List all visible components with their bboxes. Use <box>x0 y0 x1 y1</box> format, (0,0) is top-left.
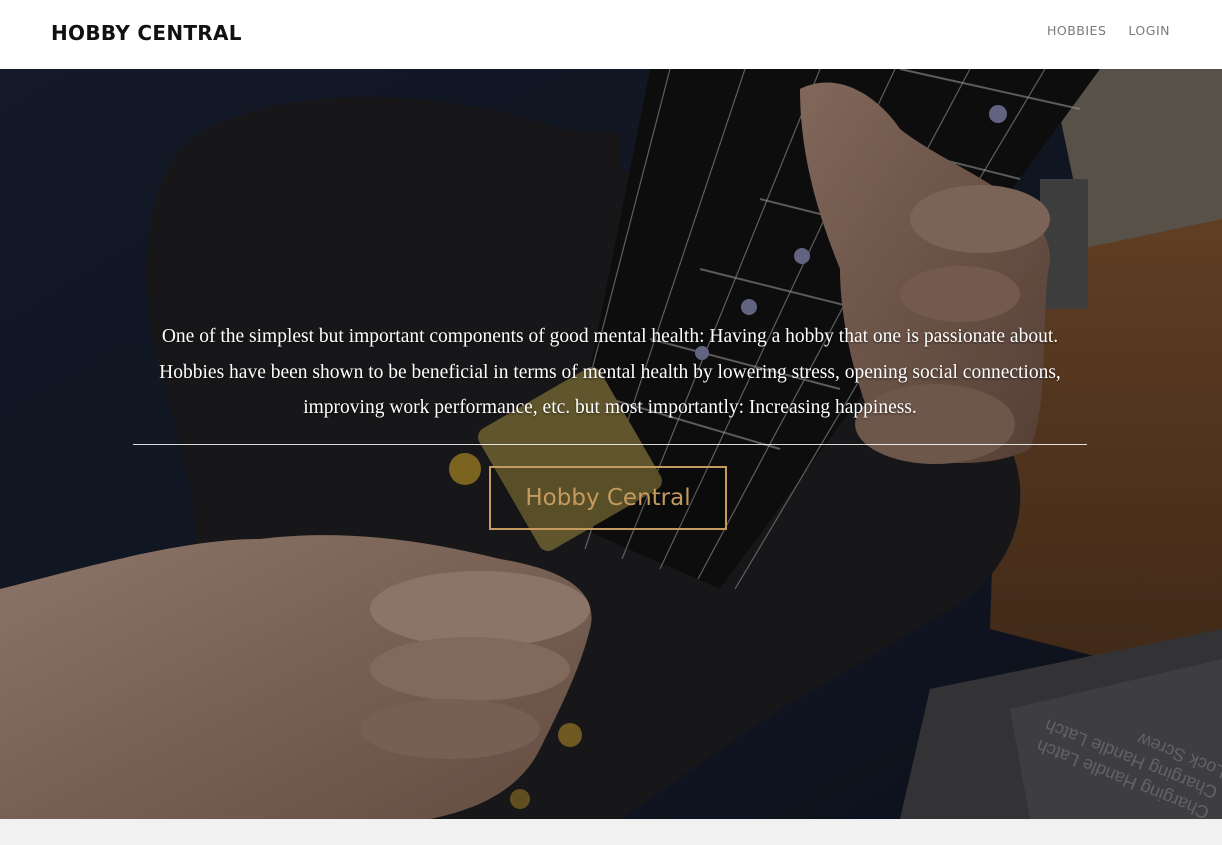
nav-links: HOBBIES LOGIN <box>1047 23 1170 38</box>
hobby-central-cta-button[interactable]: Hobby Central <box>489 466 727 530</box>
nav-link-login[interactable]: LOGIN <box>1128 23 1170 38</box>
hero-intro-paragraph: One of the simplest but important compon… <box>159 326 1061 418</box>
page-bottom-strip <box>0 819 1222 845</box>
top-navbar: HOBBY CENTRAL HOBBIES LOGIN <box>0 0 1222 69</box>
hero-divider <box>133 444 1087 445</box>
hero-section: Charging Handle Latch Charging Handle La… <box>0 69 1222 819</box>
nav-link-hobbies[interactable]: HOBBIES <box>1047 23 1106 38</box>
site-brand-logo[interactable]: HOBBY CENTRAL <box>51 21 242 45</box>
